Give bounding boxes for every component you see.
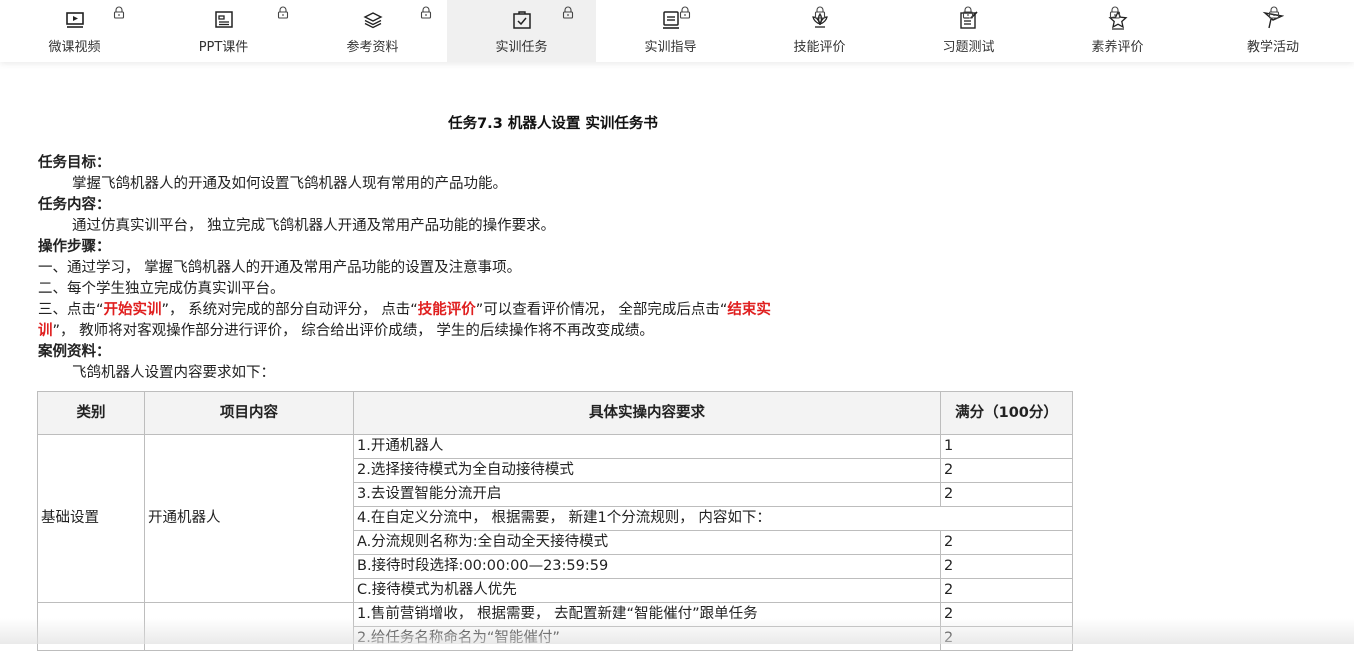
score-cell: 2 — [940, 530, 1073, 555]
table-row: 基础设置 开通机器人 1.开通机器人 1 — [37, 434, 1073, 603]
tab-label: 素养评价 — [1091, 40, 1144, 55]
step-1: 一、通过学习， 掌握飞鸽机器人的开通及常用产品功能的设置及注意事项。 — [38, 260, 522, 276]
column-header: 具体实操内容要求 — [353, 391, 941, 435]
score-cell: 2 — [940, 554, 1073, 579]
step-2: 二、每个学生独立完成仿真实训平台。 — [38, 281, 285, 297]
step-3-line-2: 训”， 教师将对客观操作部分进行评价， 综合给出评价成绩， 学生的后续操作将不再… — [38, 321, 654, 342]
requirement-cell: 2.选择接待模式为全自动接待模式 — [353, 458, 941, 483]
tab-literacy-evaluation[interactable]: 素养评价 — [1043, 0, 1192, 62]
tab-training-task[interactable]: 实训任务 — [447, 0, 596, 62]
steps-heading: 操作步骤： — [38, 239, 111, 255]
score-cell: 2 — [940, 482, 1073, 507]
tab-label: 参考资料 — [346, 40, 399, 55]
step-3-line-1: 三、点击“开始实训”， 系统对完成的部分自动评分， 点击“技能评价”可以查看评价… — [38, 300, 771, 321]
step-3-text: ”， 系统对完成的部分自动评分， 点击“ — [161, 302, 418, 318]
requirement-cell: 1.开通机器人 — [353, 434, 941, 459]
item-cell: 开通机器人 — [144, 434, 354, 603]
lock-icon — [679, 6, 691, 19]
video-icon — [64, 10, 86, 30]
tab-teaching-activity[interactable]: 教学活动 — [1192, 0, 1354, 62]
end-training-link[interactable]: 训 — [38, 323, 53, 339]
tab-label: 微课视频 — [48, 40, 101, 55]
case-heading: 案例资料： — [38, 344, 111, 360]
tab-label: 实训任务 — [495, 40, 548, 55]
step-3-text: ”可以查看评价情况， 全部完成后点击“ — [475, 302, 728, 318]
column-header: 满分（100分） — [940, 391, 1073, 435]
score-cell: 2 — [940, 578, 1073, 603]
requirement-cell: 3.去设置智能分流开启 — [353, 482, 941, 507]
lock-icon — [1268, 6, 1280, 19]
resource-tab-bar: 微课视频 PPT课件 参考资料 实训任务 实训指导 技能评价 习题测试 素养评价… — [0, 0, 1354, 62]
goal-heading: 任务目标： — [38, 155, 111, 171]
case-text: 飞鸽机器人设置内容要求如下： — [72, 365, 275, 381]
content-heading: 任务内容： — [38, 197, 111, 213]
lock-icon — [962, 6, 974, 19]
end-training-link[interactable]: 结束实 — [727, 302, 771, 318]
slides-icon — [213, 10, 235, 30]
lock-icon — [113, 6, 125, 19]
lock-icon — [1109, 6, 1121, 19]
step-3-text: ”， 教师将对客观操作部分进行评价， 综合给出评价成绩， 学生的后续操作将不再改… — [52, 323, 654, 339]
tab-skill-evaluation[interactable]: 技能评价 — [745, 0, 894, 62]
tab-label: 习题测试 — [942, 40, 995, 55]
column-header: 项目内容 — [144, 391, 354, 435]
skill-evaluation-link[interactable]: 技能评价 — [418, 302, 476, 318]
lock-icon — [277, 6, 289, 19]
table-header-row: 类别 项目内容 具体实操内容要求 满分（100分） — [37, 391, 1073, 435]
requirement-cell: C.接待模式为机器人优先 — [353, 578, 941, 603]
step-3-text: 三、点击“ — [38, 302, 104, 318]
start-training-link[interactable]: 开始实训 — [104, 302, 162, 318]
tab-label: 技能评价 — [793, 40, 846, 55]
score-cell: 2 — [940, 458, 1073, 483]
tab-label: 教学活动 — [1246, 40, 1299, 55]
score-cell: 1 — [940, 434, 1073, 459]
content-text: 通过仿真实训平台， 独立完成飞鸽机器人开通及常用产品功能的操作要求。 — [72, 218, 556, 234]
task-icon — [511, 10, 533, 30]
tab-ppt[interactable]: PPT课件 — [149, 0, 298, 62]
column-header: 类别 — [37, 391, 145, 435]
tab-reference[interactable]: 参考资料 — [298, 0, 447, 62]
tab-training-guide[interactable]: 实训指导 — [596, 0, 745, 62]
tab-micro-video[interactable]: 微课视频 — [0, 0, 149, 62]
requirement-cell: B.接待时段选择:00:00:00—23:59:59 — [353, 554, 941, 579]
tab-exercise-test[interactable]: 习题测试 — [894, 0, 1043, 62]
lock-icon — [814, 6, 826, 19]
requirement-cell: 4.在自定义分流中， 根据需要， 新建1个分流规则， 内容如下： — [353, 506, 1073, 531]
tab-label: PPT课件 — [198, 40, 249, 55]
document-title: 任务7.3 机器人设置 实训任务书 — [448, 116, 658, 132]
lock-icon — [562, 6, 574, 19]
requirements-table: 类别 项目内容 具体实操内容要求 满分（100分） 基础设置 开通机器人 1.开… — [37, 391, 1073, 651]
category-cell: 基础设置 — [37, 434, 145, 603]
task-document: 任务7.3 机器人设置 实训任务书 任务目标： 掌握飞鸽机器人的开通及如何设置飞… — [0, 62, 1354, 651]
layers-icon — [362, 10, 384, 30]
bottom-fade — [0, 618, 1354, 644]
requirement-cell: A.分流规则名称为:全自动全天接待模式 — [353, 530, 941, 555]
tab-label: 实训指导 — [644, 40, 697, 55]
goal-text: 掌握飞鸽机器人的开通及如何设置飞鸽机器人现有常用的产品功能。 — [72, 176, 507, 192]
lock-icon — [420, 6, 432, 19]
